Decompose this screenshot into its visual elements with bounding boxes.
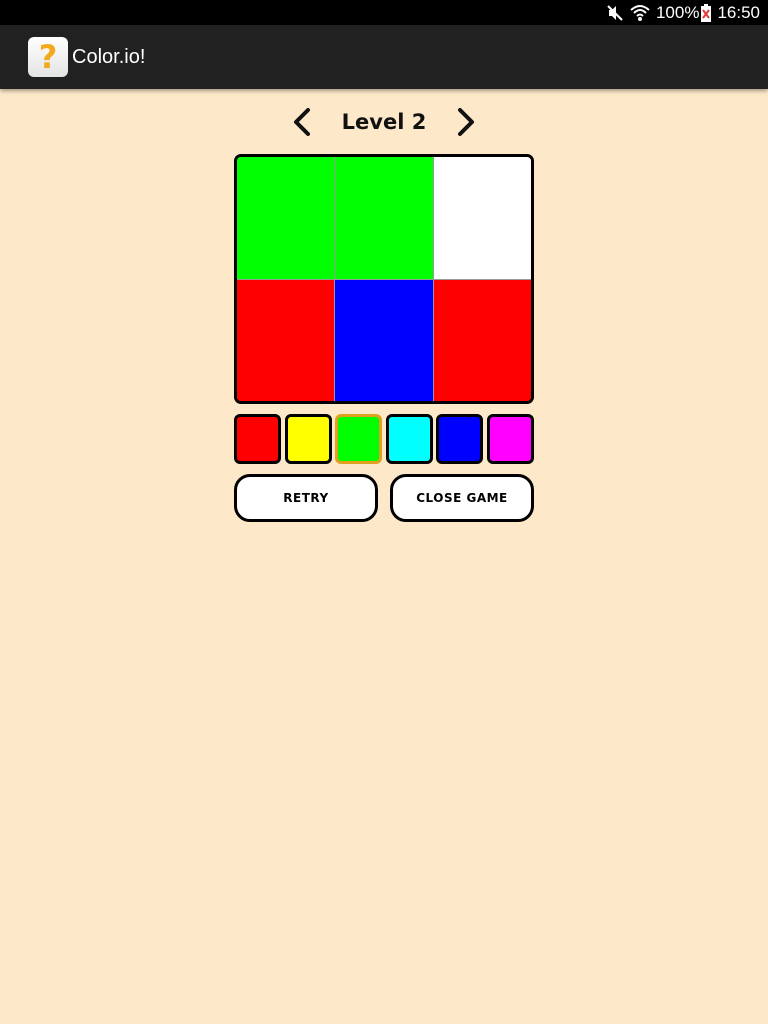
action-buttons: RETRY CLOSE GAME: [234, 474, 534, 522]
board-cell[interactable]: [335, 279, 433, 401]
color-swatch[interactable]: [335, 414, 383, 464]
app-title: Color.io!: [72, 45, 146, 68]
app-logo-icon: ?: [28, 37, 68, 77]
chevron-right-icon[interactable]: [444, 100, 488, 144]
board-cell[interactable]: [433, 279, 531, 401]
mute-icon: [606, 4, 624, 22]
color-swatch[interactable]: [385, 414, 433, 464]
wifi-icon: [630, 4, 650, 22]
close-game-button[interactable]: CLOSE GAME: [390, 474, 534, 522]
app-bar: ? Color.io!: [0, 25, 768, 89]
board-cell[interactable]: [335, 157, 433, 279]
board-cell[interactable]: [433, 157, 531, 279]
level-title: Level 2: [341, 110, 427, 134]
color-swatch[interactable]: [486, 414, 534, 464]
status-time: 16:50: [717, 2, 760, 22]
board-cell[interactable]: [237, 157, 335, 279]
board-cell[interactable]: [237, 279, 335, 401]
chevron-left-icon[interactable]: [280, 100, 324, 144]
battery-percent: 100%: [655, 2, 700, 22]
color-palette: [234, 414, 534, 464]
level-navigation: Level 2: [234, 100, 534, 144]
battery-icon: [701, 3, 712, 22]
color-swatch[interactable]: [234, 414, 281, 464]
color-swatch[interactable]: [284, 414, 332, 464]
status-bar: 100% 16:50: [0, 0, 768, 25]
game-board: [234, 154, 534, 404]
retry-button[interactable]: RETRY: [234, 474, 378, 522]
color-swatch[interactable]: [436, 414, 484, 464]
